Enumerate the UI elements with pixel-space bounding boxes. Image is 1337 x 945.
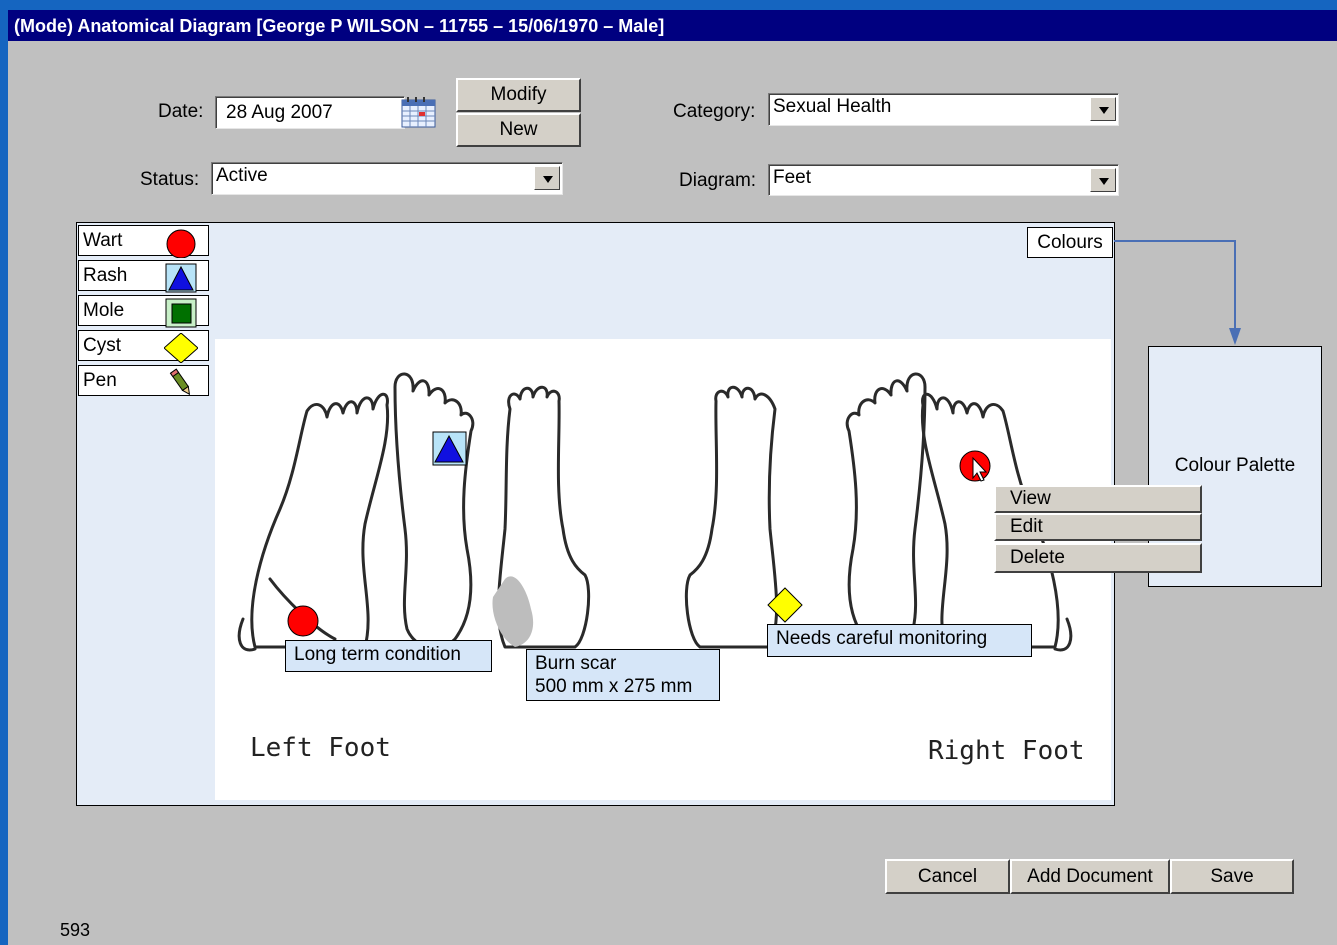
diagram-label: Diagram: — [679, 170, 757, 191]
right-foot-label: Right Foot — [928, 736, 1085, 766]
status-select[interactable]: Active — [211, 162, 563, 195]
colours-arrow — [1114, 240, 1241, 345]
tool-rash[interactable]: Rash — [78, 260, 209, 293]
category-select[interactable]: Sexual Health — [768, 93, 1119, 126]
window-title: (Mode) Anatomical Diagram [George P WILS… — [14, 16, 665, 36]
pen-icon — [164, 368, 198, 403]
wart-marker[interactable] — [286, 604, 320, 643]
menu-item-delete[interactable]: Delete — [994, 543, 1202, 573]
tool-cyst[interactable]: Cyst — [78, 330, 209, 364]
chevron-down-icon[interactable] — [1090, 97, 1116, 121]
rash-marker[interactable] — [432, 431, 468, 472]
colours-button[interactable]: Colours — [1027, 227, 1113, 258]
tool-wart[interactable]: Wart — [78, 225, 209, 259]
chevron-down-icon[interactable] — [534, 166, 560, 190]
chevron-down-icon[interactable] — [1090, 168, 1116, 192]
annotation-long-term[interactable]: Long term condition — [285, 640, 492, 672]
tool-mole[interactable]: Mole — [78, 295, 209, 328]
yellow-diamond-icon — [163, 332, 199, 368]
annotation-monitoring[interactable]: Needs careful monitoring — [767, 624, 1032, 657]
title-bar: (Mode) Anatomical Diagram [George P WILS… — [8, 10, 1337, 41]
menu-item-view[interactable]: View — [994, 485, 1202, 513]
tool-palette: Wart Rash Mole Cyst Pen — [77, 223, 214, 805]
record-number: 593 — [60, 920, 91, 940]
add-document-button[interactable]: Add Document — [1010, 859, 1170, 894]
feet-outline — [237, 372, 1073, 652]
new-button[interactable]: New — [456, 113, 581, 147]
diagram-select[interactable]: Feet — [768, 164, 1119, 196]
date-label: Date: — [158, 101, 204, 122]
status-label: Status: — [140, 169, 200, 190]
green-square-icon — [164, 298, 198, 333]
annotation-burn-scar[interactable]: Burn scar 500 mm x 275 mm — [526, 649, 720, 701]
calendar-icon[interactable] — [401, 96, 436, 129]
wart-marker[interactable] — [958, 449, 994, 490]
tool-pen[interactable]: Pen — [78, 365, 209, 396]
left-foot-label: Left Foot — [250, 733, 391, 763]
save-button[interactable]: Save — [1170, 859, 1294, 894]
modify-button[interactable]: Modify — [456, 78, 581, 112]
date-input[interactable]: 28 Aug 2007 — [215, 96, 405, 129]
menu-item-edit[interactable]: Edit — [994, 513, 1202, 541]
diagram-panel: Wart Rash Mole Cyst Pen Colours Left Foo… — [76, 222, 1115, 806]
blue-triangle-icon — [164, 263, 198, 298]
cancel-button[interactable]: Cancel — [885, 859, 1010, 894]
context-menu: View Edit Delete — [994, 485, 1202, 573]
feet-diagram-canvas[interactable]: Left Foot Right Foot — [215, 339, 1111, 800]
cyst-marker[interactable] — [767, 587, 803, 628]
category-label: Category: — [673, 101, 756, 122]
red-circle-icon — [164, 228, 198, 263]
